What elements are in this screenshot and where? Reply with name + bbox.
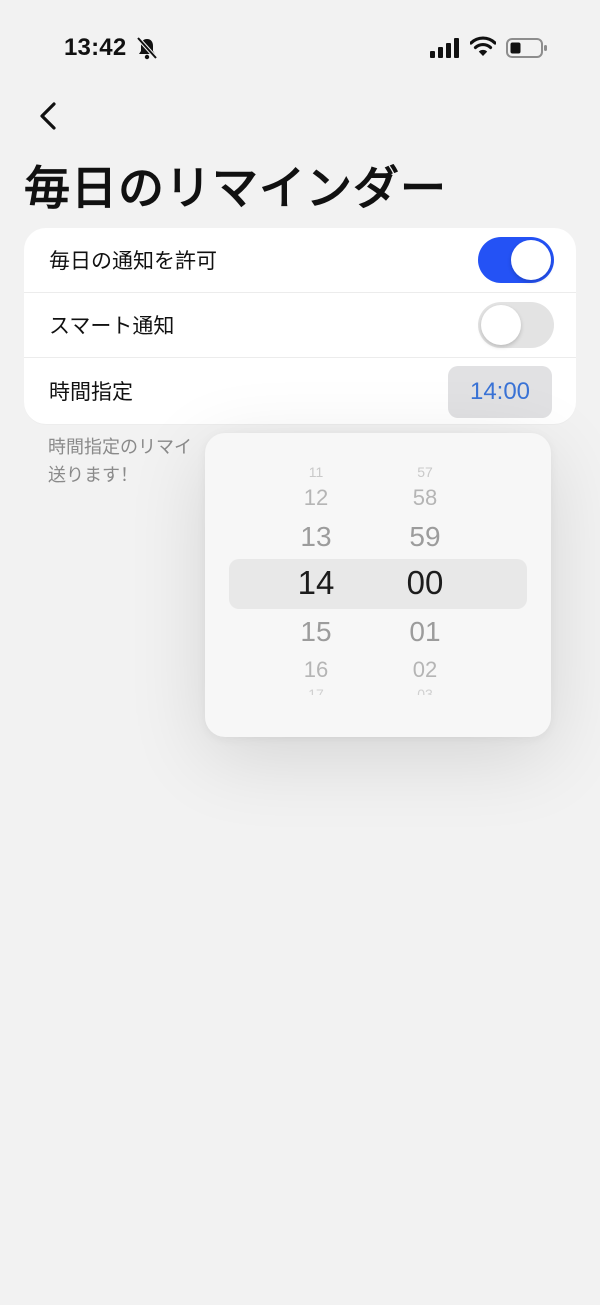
minute-option[interactable]: 59: [365, 521, 485, 553]
settings-card: 毎日の通知を許可 スマート通知 時間指定 14:00: [24, 228, 576, 424]
time-picker-popover: 11 12 13 14 15 16 17 57 58 59 00 01 02 0…: [205, 433, 551, 737]
hour-option[interactable]: 11: [256, 465, 376, 479]
minute-option[interactable]: 58: [365, 485, 485, 511]
setting-row-scheduled-time: 時間指定 14:00: [24, 358, 576, 424]
chevron-left-icon: [40, 102, 56, 130]
minute-option[interactable]: 57: [365, 465, 485, 479]
hour-option[interactable]: 15: [256, 616, 376, 648]
hour-option-selected[interactable]: 14: [256, 564, 376, 602]
minute-option[interactable]: 02: [365, 657, 485, 683]
bell-muted-icon: [136, 36, 158, 60]
hour-option[interactable]: 12: [256, 485, 376, 511]
toggle-knob: [511, 240, 551, 280]
smart-notification-toggle[interactable]: [478, 302, 554, 348]
back-button[interactable]: [28, 96, 68, 136]
minute-wheel[interactable]: 57 58 59 00 01 02 03: [365, 433, 485, 737]
setting-row-smart-notification: スマート通知: [24, 293, 576, 357]
setting-label: スマート通知: [49, 314, 175, 338]
daily-reminder-screen: 13:42 毎日のリマインダー 毎日の通知を許可 スマート通知 時間指定 14:…: [0, 0, 600, 1305]
setting-label: 時間指定: [49, 380, 133, 404]
minute-option[interactable]: 03: [365, 687, 485, 695]
status-bar: 13:42: [0, 0, 600, 96]
hour-wheel[interactable]: 11 12 13 14 15 16 17: [256, 433, 376, 737]
signal-icon: [430, 38, 459, 58]
toggle-knob: [481, 305, 521, 345]
time-chip-button[interactable]: 14:00: [448, 366, 552, 418]
hour-option[interactable]: 16: [256, 657, 376, 683]
minute-option-selected[interactable]: 00: [365, 564, 485, 602]
setting-row-allow-daily: 毎日の通知を許可: [24, 228, 576, 292]
wifi-icon: [470, 36, 496, 56]
hour-option[interactable]: 17: [256, 687, 376, 695]
battery-icon: [506, 38, 547, 58]
page-title: 毎日のリマインダー: [24, 161, 447, 215]
status-time: 13:42: [64, 34, 127, 61]
allow-daily-notification-toggle[interactable]: [478, 237, 554, 283]
hour-option[interactable]: 13: [256, 521, 376, 553]
minute-option[interactable]: 01: [365, 616, 485, 648]
setting-label: 毎日の通知を許可: [49, 249, 217, 273]
